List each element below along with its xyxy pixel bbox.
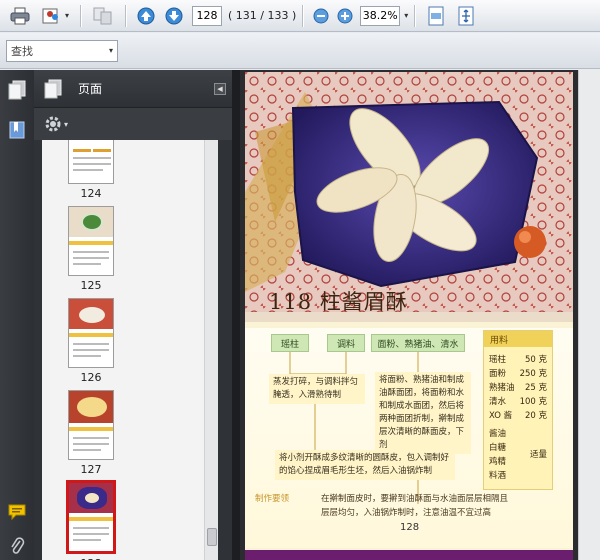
- ingredient-name: XO 酱: [489, 411, 513, 421]
- dish-photo: [245, 72, 573, 322]
- find-input[interactable]: [11, 44, 101, 57]
- review-icon: [93, 7, 112, 24]
- page-number-input[interactable]: [192, 5, 222, 26]
- thumbnail-item-selected[interactable]: 128: [66, 480, 116, 560]
- zoom-in-button[interactable]: [335, 3, 355, 29]
- ingredient-qty: 50 克: [524, 355, 547, 365]
- toolbar-separator: [414, 4, 416, 27]
- fit-width-button[interactable]: [453, 3, 479, 29]
- collaborate-button[interactable]: [89, 3, 117, 29]
- toolbar-separator: [302, 4, 304, 27]
- page-count: ( 131 / 133 ): [228, 9, 297, 22]
- paperclip-icon: [11, 537, 25, 554]
- thumbnail-item[interactable]: 127: [68, 390, 114, 476]
- comment-icon: [8, 504, 26, 521]
- attachments-nav-button[interactable]: [7, 536, 27, 556]
- tip-text: 在擀制面皮时，要擀到油酥面与水油面层层相隔且层层均匀，入油锅炸制时，注意油温不宜…: [321, 494, 509, 518]
- thumbnail-page[interactable]: [68, 206, 114, 276]
- thumbnail-item[interactable]: 124: [68, 140, 114, 200]
- options-button[interactable]: ▾: [44, 115, 68, 133]
- find-field[interactable]: ▾: [6, 39, 118, 62]
- pages-icon: [44, 79, 62, 98]
- fit-page-button[interactable]: [423, 3, 449, 29]
- pages-nav-button[interactable]: [7, 80, 27, 100]
- panel-splitter[interactable]: [232, 70, 240, 560]
- find-bar: ▾: [0, 33, 600, 69]
- comments-nav-button[interactable]: [7, 502, 27, 522]
- page-bottom-strip: [245, 550, 573, 560]
- ingredient-name: 清水: [489, 397, 507, 407]
- page-number: 128: [400, 522, 420, 533]
- ingredient-qty: 250 克: [519, 369, 547, 379]
- thumbnail-page[interactable]: [66, 480, 116, 554]
- arrow-down-icon: [165, 7, 183, 24]
- thumbnail-page[interactable]: [68, 140, 114, 184]
- printer-icon: [10, 7, 30, 24]
- document-scrollbar[interactable]: [578, 70, 600, 560]
- ingredient-name: 面粉: [489, 369, 507, 379]
- pages-icon: [8, 80, 26, 100]
- ingredient-name: 酱油: [489, 429, 507, 439]
- toolbar-separator: [80, 4, 81, 27]
- next-page-button[interactable]: [162, 3, 186, 29]
- ingredient-qty: 20 克: [524, 411, 547, 421]
- gear-icon: [45, 116, 61, 132]
- zoom-out-icon: [313, 8, 329, 23]
- panel-options-bar: ▾: [34, 108, 232, 140]
- people-icon: [42, 8, 58, 23]
- thumbnail-label: 124: [80, 187, 102, 200]
- ingredient-name: 鸡精: [489, 457, 507, 467]
- ingredient-qty: 适量: [529, 450, 547, 460]
- thumbnail-item[interactable]: 126: [68, 298, 114, 384]
- zoom-level-input[interactable]: [360, 5, 401, 26]
- zoom-out-button[interactable]: [311, 3, 331, 29]
- previous-page-button[interactable]: [134, 3, 158, 29]
- step-text: 蒸发打碎，与调料拌匀腌透，入滑熟待制: [269, 374, 365, 404]
- pages-panel-header: 页面 ◀: [34, 70, 232, 108]
- tip-label: 制作要领: [255, 494, 290, 504]
- dish-title: 118 柱酱眉酥: [269, 290, 408, 314]
- ingredients-title: 用料: [484, 331, 552, 347]
- document-view[interactable]: 118 柱酱眉酥 瑶柱 调料 面粉、熟猪油、清水 蒸发打碎，与调料拌匀腌透，入滑…: [240, 70, 600, 560]
- thumbnail-page[interactable]: [68, 390, 114, 460]
- navigation-rail: [0, 70, 34, 560]
- zoom-in-icon: [337, 8, 353, 23]
- share-button[interactable]: ▾: [38, 3, 72, 29]
- fit-page-icon: [428, 6, 444, 25]
- thumbnail-page[interactable]: [68, 298, 114, 368]
- main-toolbar: ▾ ( 131 / 133 ) ▾: [0, 0, 600, 32]
- arrow-up-icon: [137, 7, 155, 24]
- bookmarks-nav-button[interactable]: [7, 120, 27, 140]
- ingredient-name: 白糖: [489, 443, 507, 453]
- bookmark-icon: [9, 121, 25, 139]
- ingredient-name: 熟猪油: [489, 383, 515, 393]
- thumbnail-item[interactable]: 125: [68, 206, 114, 292]
- step-text: 将小剂开酥成多纹清晰的圆酥皮，包入调制好的馅心捏成眉毛形生坯，然后入油锅炸制: [275, 450, 455, 480]
- zoom-dropdown-icon[interactable]: ▾: [404, 11, 408, 20]
- thumbnail-label: 125: [80, 279, 102, 292]
- document-page: 118 柱酱眉酥 瑶柱 调料 面粉、熟猪油、清水 蒸发打碎，与调料拌匀腌透，入滑…: [245, 72, 573, 560]
- page-thumbnails: 124 125 126 127: [42, 140, 218, 560]
- scrollbar-thumb[interactable]: [207, 528, 217, 546]
- ingredient-qty: 25 克: [524, 383, 547, 393]
- ingredient-name: 瑶柱: [489, 355, 507, 365]
- ingredients-box: 用料 瑶柱 50 克 面粉 250 克 熟猪油 25 克 清水 100 克 XO…: [483, 330, 553, 490]
- full-screen-icon: [458, 6, 474, 25]
- ingredient-name: 料酒: [489, 471, 507, 481]
- step-text: 将面粉、熟猪油和制成油酥面团，将面粉和水和制成水面团，然后将两种面团折制，擀制成…: [375, 372, 471, 454]
- collapse-panel-button[interactable]: ◀: [214, 83, 226, 95]
- find-dropdown-icon[interactable]: ▾: [109, 46, 113, 55]
- thumbnail-label: 127: [80, 463, 102, 476]
- thumbnail-label: 126: [80, 371, 102, 384]
- options-dropdown-icon: ▾: [64, 119, 69, 129]
- toolbar-separator: [125, 4, 126, 27]
- pages-panel: 页面 ◀ ▾ 124 125 126 127: [34, 70, 232, 560]
- share-dropdown-icon: ▾: [64, 11, 69, 20]
- ingredient-qty: 100 克: [519, 397, 547, 407]
- panel-title: 页面: [78, 82, 103, 96]
- print-button[interactable]: [6, 3, 34, 29]
- thumbnails-scrollbar[interactable]: [204, 140, 218, 560]
